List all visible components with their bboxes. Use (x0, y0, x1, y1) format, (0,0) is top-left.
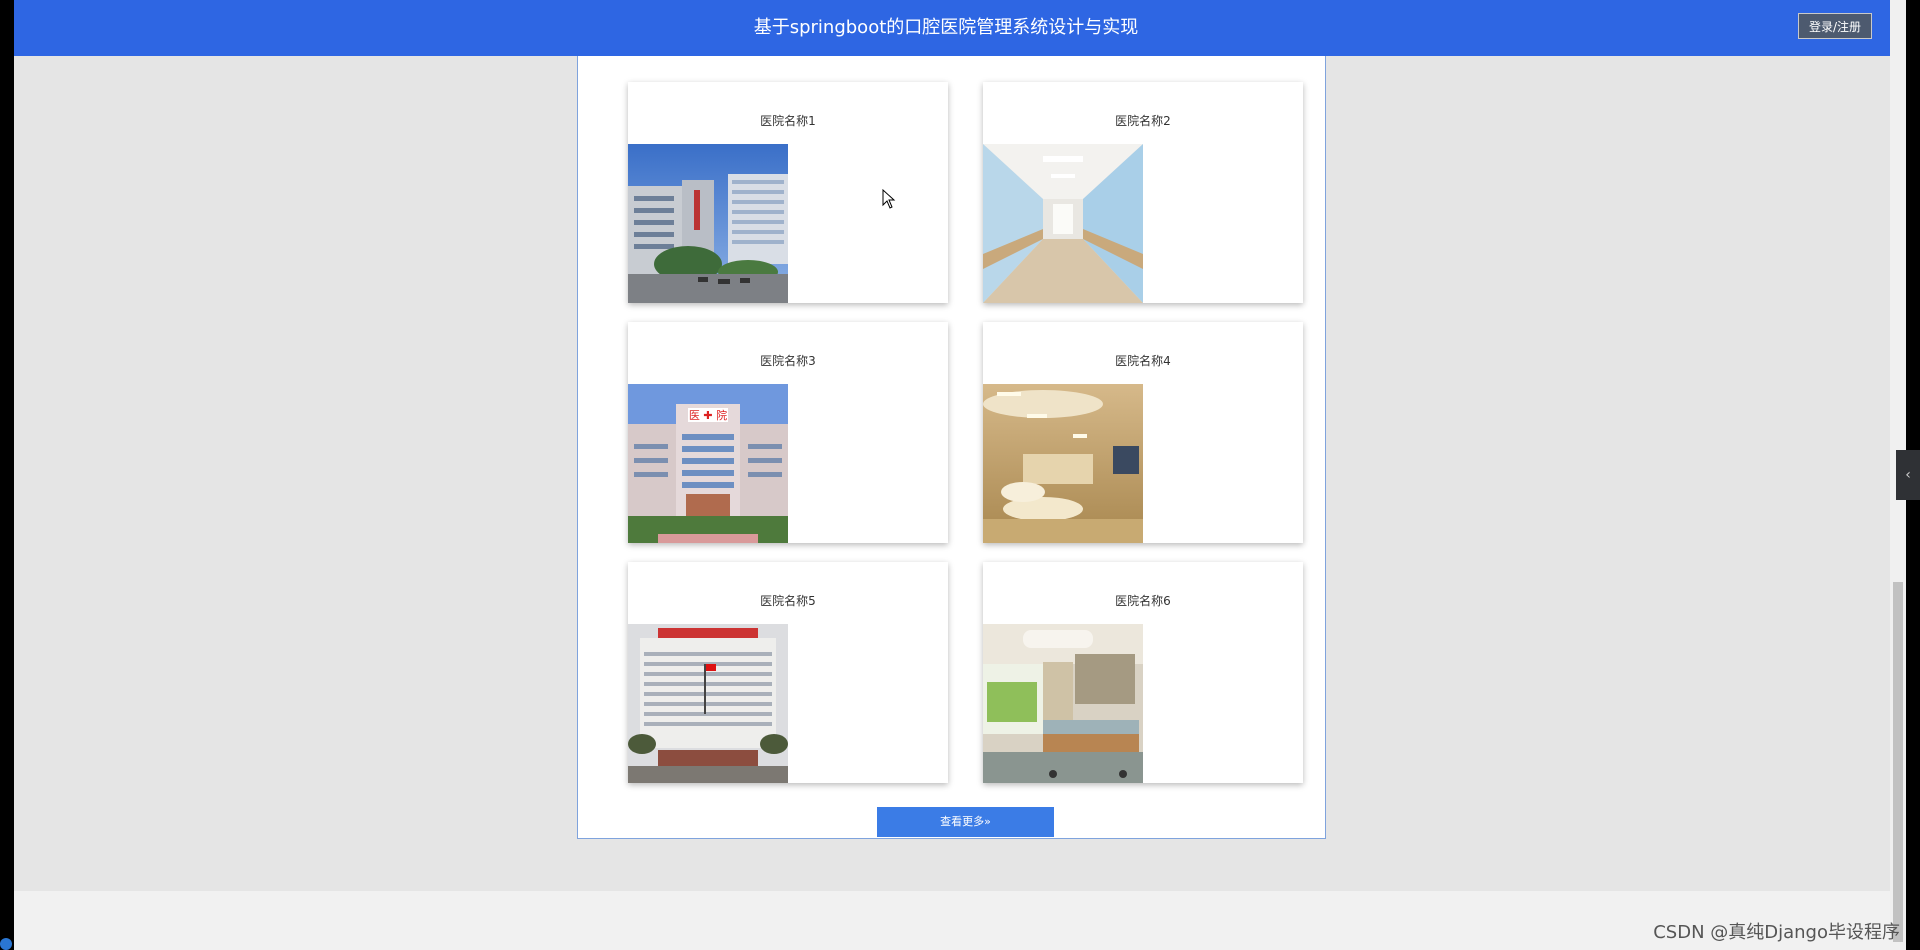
footer (14, 891, 1890, 950)
watermark: CSDN @真纯Django毕设程序 (1653, 922, 1900, 943)
hospital-card-1[interactable]: 医院名称1 (628, 82, 948, 303)
hospital-card-2[interactable]: 医院名称2 (983, 82, 1303, 303)
site-title: 基于springboot的口腔医院管理系统设计与实现 (753, 17, 1139, 38)
mouse-cursor-icon (882, 189, 896, 209)
login-register-button[interactable]: 登录/注册 (1798, 13, 1872, 39)
top-header: 基于springboot的口腔医院管理系统设计与实现 登录/注册 (14, 0, 1890, 56)
hospital-tower-photo (628, 624, 788, 783)
view-more-button[interactable]: 查看更多» (877, 807, 1054, 837)
hospital-corridor-photo (983, 144, 1143, 303)
hospital-facade-photo: 医 ✚ 院 (628, 384, 788, 543)
hospital-lobby-photo (983, 384, 1143, 543)
page-canvas: 基于springboot的口腔医院管理系统设计与实现 登录/注册 医院名称1 医… (14, 0, 1890, 950)
chevron-left-icon[interactable]: ‹ (1896, 450, 1920, 500)
hospital-card-6[interactable]: 医院名称6 (983, 562, 1303, 783)
hospital-card-4[interactable]: 医院名称4 (983, 322, 1303, 543)
hospital-building-photo (628, 144, 788, 303)
hospital-ward-photo (983, 624, 1143, 783)
hospital-list-panel: 医院名称1 医院名称2 医院名称3 医 ✚ 院 医院名称4 医院名称5 医院名称… (577, 56, 1326, 839)
svg-text:医 ✚ 院: 医 ✚ 院 (689, 408, 727, 422)
taskbar-dot (0, 938, 12, 950)
hospital-card-5[interactable]: 医院名称5 (628, 562, 948, 783)
hospital-card-3[interactable]: 医院名称3 医 ✚ 院 (628, 322, 948, 543)
scrollbar-thumb[interactable] (1893, 582, 1903, 942)
